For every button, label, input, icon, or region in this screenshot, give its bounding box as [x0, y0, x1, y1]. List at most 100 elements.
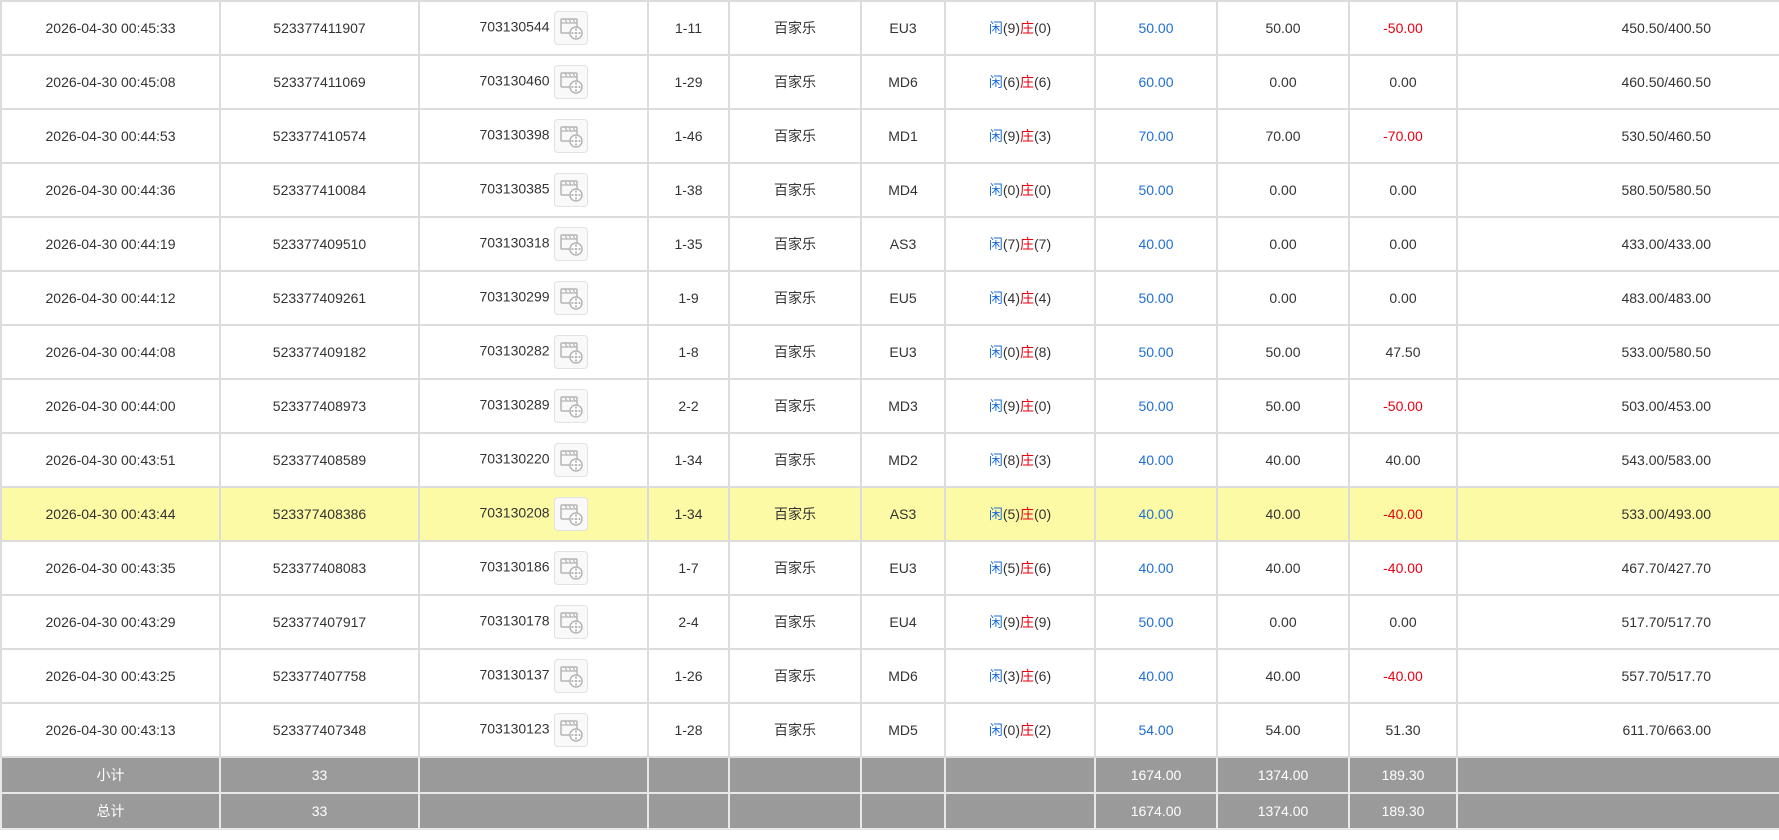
game-type: 百家乐: [728, 216, 862, 272]
video-replay-icon[interactable]: [553, 335, 588, 369]
banker-score: (8): [1034, 344, 1052, 360]
total-count: 33: [219, 792, 420, 830]
player-score: (9): [1002, 128, 1020, 144]
game-type: 百家乐: [728, 594, 862, 650]
subtotal-bet: 1674.00: [1094, 756, 1218, 794]
balance-before-after: 580.50/580.50: [1456, 162, 1779, 218]
bet-amount: 70.00: [1094, 108, 1218, 164]
video-replay-icon[interactable]: [553, 713, 588, 747]
video-replay-icon[interactable]: [553, 551, 588, 585]
subtotal-win: 189.30: [1348, 756, 1458, 794]
player-score: (8): [1002, 452, 1020, 468]
game-type: 百家乐: [728, 540, 862, 596]
game-result: 闲(9)庄(0): [944, 0, 1096, 56]
player-label: 闲: [988, 74, 1003, 90]
player-label: 闲: [988, 344, 1003, 360]
player-score: (7): [1002, 236, 1020, 252]
player-label: 闲: [988, 398, 1003, 414]
valid-bet: 70.00: [1216, 108, 1350, 164]
win-loss: 0.00: [1348, 54, 1458, 110]
table-body: 2026-04-30 00:45:33 523377411907 703130544…: [0, 0, 1779, 758]
player-label: 闲: [988, 182, 1003, 198]
table-row: 2026-04-30 00:43:25 523377407758 703130137…: [0, 648, 1779, 704]
round-number: 703130220: [479, 450, 550, 467]
banker-label: 庄: [1020, 398, 1034, 414]
balance-before-after: 503.00/453.00: [1456, 378, 1779, 434]
win-loss: -40.00: [1348, 540, 1458, 596]
subtotal-row: 小计 33 1674.00 1374.00 189.30: [0, 756, 1779, 794]
game-type: 百家乐: [728, 0, 862, 56]
banker-score: (3): [1034, 452, 1052, 468]
banker-score: (0): [1034, 20, 1052, 36]
banker-score: (4): [1034, 290, 1052, 306]
table-code: MD6: [860, 54, 946, 110]
game-result: 闲(4)庄(4): [944, 270, 1096, 326]
video-replay-icon[interactable]: [553, 173, 588, 207]
balance-before-after: 433.00/433.00: [1456, 216, 1779, 272]
video-replay-icon[interactable]: [553, 443, 588, 477]
bet-time: 2026-04-30 00:43:29: [0, 594, 221, 650]
balance-before-after: 517.70/517.70: [1456, 594, 1779, 650]
table-code: EU4: [860, 594, 946, 650]
video-replay-icon[interactable]: [553, 65, 588, 99]
game-result: 闲(5)庄(6): [944, 540, 1096, 596]
player-score: (5): [1002, 560, 1020, 576]
balance-before-after: 450.50/400.50: [1456, 0, 1779, 56]
player-score: (9): [1002, 20, 1020, 36]
bet-time: 2026-04-30 00:43:35: [0, 540, 221, 596]
table-row: 2026-04-30 00:44:19 523377409510 703130318…: [0, 216, 1779, 272]
video-replay-icon[interactable]: [553, 11, 588, 45]
shoe-number: 1-38: [647, 162, 730, 218]
round-number: 703130208: [479, 504, 550, 521]
valid-bet: 0.00: [1216, 594, 1350, 650]
shoe-number: 1-35: [647, 216, 730, 272]
video-replay-icon[interactable]: [553, 281, 588, 315]
balance-before-after: 611.70/663.00: [1456, 702, 1779, 758]
round-cell: 703130289: [418, 378, 649, 434]
game-result: 闲(9)庄(0): [944, 378, 1096, 434]
game-result: 闲(9)庄(3): [944, 108, 1096, 164]
win-loss: -70.00: [1348, 108, 1458, 164]
table-row: 2026-04-30 00:44:08 523377409182 703130282…: [0, 324, 1779, 380]
table-row: 2026-04-30 00:44:36 523377410084 703130385…: [0, 162, 1779, 218]
video-replay-icon[interactable]: [553, 605, 588, 639]
round-number: 703130137: [479, 666, 550, 683]
player-score: (0): [1002, 344, 1020, 360]
total-row: 总计 33 1674.00 1374.00 189.30: [0, 792, 1779, 830]
video-replay-icon[interactable]: [553, 227, 588, 261]
bet-time: 2026-04-30 00:43:51: [0, 432, 221, 488]
shoe-number: 1-9: [647, 270, 730, 326]
shoe-number: 1-7: [647, 540, 730, 596]
video-replay-icon[interactable]: [553, 497, 588, 531]
total-bet: 1674.00: [1094, 792, 1218, 830]
total-win: 189.30: [1348, 792, 1458, 830]
video-replay-icon[interactable]: [553, 119, 588, 153]
bet-amount: 54.00: [1094, 702, 1218, 758]
win-loss: 0.00: [1348, 594, 1458, 650]
balance-before-after: 483.00/483.00: [1456, 270, 1779, 326]
win-loss: -50.00: [1348, 0, 1458, 56]
table-code: EU3: [860, 324, 946, 380]
round-number: 703130398: [479, 126, 550, 143]
bet-time: 2026-04-30 00:44:53: [0, 108, 221, 164]
round-cell: 703130544: [418, 0, 649, 56]
table-code: MD5: [860, 702, 946, 758]
total-valid: 1374.00: [1216, 792, 1350, 830]
game-type: 百家乐: [728, 378, 862, 434]
summary-body: 小计 33 1674.00 1374.00 189.30 总计 33 1674.…: [0, 756, 1779, 830]
banker-score: (6): [1034, 668, 1052, 684]
shoe-number: 1-34: [647, 486, 730, 542]
table-row: 2026-04-30 00:44:12 523377409261 703130299…: [0, 270, 1779, 326]
banker-score: (9): [1034, 614, 1052, 630]
video-replay-icon[interactable]: [553, 659, 588, 693]
bet-amount: 40.00: [1094, 486, 1218, 542]
bet-amount: 40.00: [1094, 432, 1218, 488]
subtotal-label: 小计: [0, 756, 221, 794]
balance-before-after: 533.00/580.50: [1456, 324, 1779, 380]
win-loss: 0.00: [1348, 216, 1458, 272]
table-code: MD4: [860, 162, 946, 218]
video-replay-icon[interactable]: [553, 389, 588, 423]
round-number: 703130318: [479, 234, 550, 251]
order-number: 523377407917: [219, 594, 420, 650]
order-number: 523377411069: [219, 54, 420, 110]
